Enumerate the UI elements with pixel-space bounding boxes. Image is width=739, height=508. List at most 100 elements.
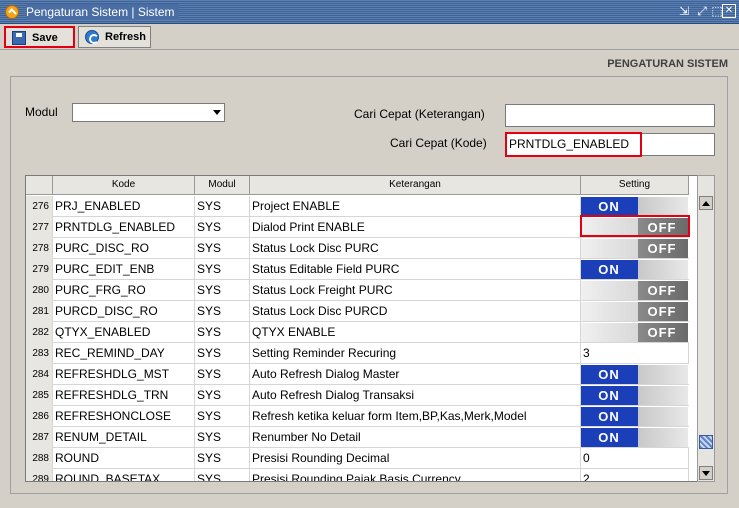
toggle-label: ON bbox=[598, 367, 620, 382]
row-number: 288 bbox=[26, 448, 53, 469]
scroll-up-icon[interactable] bbox=[699, 196, 713, 210]
cell-modul: SYS bbox=[195, 427, 250, 448]
cell-keterangan: Status Lock Disc PURC bbox=[250, 238, 581, 259]
cell-setting-value[interactable]: 2 bbox=[581, 469, 689, 481]
cell-modul: SYS bbox=[195, 322, 250, 343]
cell-keterangan: Presisi Rounding Decimal bbox=[250, 448, 581, 469]
header-rownum bbox=[26, 176, 53, 195]
setting-toggle[interactable]: OFF bbox=[581, 323, 688, 342]
close-icon[interactable]: ✕ bbox=[722, 4, 736, 18]
restore-icon[interactable]: ⤢ bbox=[695, 4, 709, 18]
kode-label: Cari Cepat (Kode) bbox=[390, 136, 487, 150]
table-row[interactable]: 282 QTYX_ENABLED SYS QTYX ENABLE OFF bbox=[26, 322, 689, 343]
selected-setting-highlight bbox=[580, 215, 690, 237]
cell-modul: SYS bbox=[195, 385, 250, 406]
title-bar: Pengaturan Sistem | Sistem ⇲ ⤢ ⬚ ✕ bbox=[0, 0, 739, 24]
cell-modul: SYS bbox=[195, 448, 250, 469]
row-number: 287 bbox=[26, 427, 53, 448]
cell-setting-value[interactable]: 3 bbox=[581, 343, 689, 364]
table-row[interactable]: 285 REFRESHDLG_TRN SYS Auto Refresh Dialog … bbox=[26, 385, 689, 406]
cell-kode: REFRESHDLG_TRN bbox=[53, 385, 195, 406]
kode-highlight-box bbox=[505, 132, 642, 157]
setting-toggle[interactable]: OFF bbox=[581, 302, 688, 321]
cell-modul: SYS bbox=[195, 469, 250, 481]
toggle-label: ON bbox=[598, 199, 620, 214]
setting-toggle[interactable]: ON bbox=[581, 407, 688, 426]
scroll-thumb[interactable] bbox=[699, 435, 713, 449]
toggle-label: OFF bbox=[647, 283, 677, 298]
table-row[interactable]: 279 PURC_EDIT_ENB SYS Status Editable Field… bbox=[26, 259, 689, 280]
table-row[interactable]: 283 REC_REMIND_DAY SYS Setting Reminder Rec… bbox=[26, 343, 689, 364]
header-keterangan[interactable]: Keterangan bbox=[250, 176, 581, 195]
setting-toggle[interactable]: ON bbox=[581, 386, 688, 405]
row-number: 284 bbox=[26, 364, 53, 385]
chevron-down-icon[interactable] bbox=[213, 110, 221, 115]
app-icon bbox=[5, 5, 19, 19]
save-button[interactable]: Save bbox=[4, 26, 75, 48]
floppy-disk-icon bbox=[12, 31, 26, 45]
cell-kode: QTYX_ENABLED bbox=[53, 322, 195, 343]
table-row[interactable]: 286 REFRESHONCLOSE SYS Refresh ketika kelua… bbox=[26, 406, 689, 427]
table-row[interactable]: 288 ROUND SYS Presisi Rounding Decimal 0 bbox=[26, 448, 689, 469]
setting-toggle[interactable]: ON bbox=[581, 365, 688, 384]
refresh-label: Refresh bbox=[105, 31, 146, 43]
keterangan-label: Cari Cepat (Keterangan) bbox=[354, 107, 485, 121]
cell-keterangan: QTYX ENABLE bbox=[250, 322, 581, 343]
setting-toggle[interactable]: ON bbox=[581, 260, 688, 279]
modul-label: Modul bbox=[25, 105, 58, 119]
table-row[interactable]: 289 ROUND_BASETAX SYS Presisi Rounding Paja… bbox=[26, 469, 689, 481]
cell-keterangan: Auto Refresh Dialog Master bbox=[250, 364, 581, 385]
keterangan-search-input[interactable] bbox=[505, 104, 715, 127]
table-row[interactable]: 284 REFRESHDLG_MST SYS Auto Refresh Dialog … bbox=[26, 364, 689, 385]
table-row[interactable]: 281 PURCD_DISC_RO SYS Status Lock Disc PURC… bbox=[26, 301, 689, 322]
cell-modul: SYS bbox=[195, 196, 250, 217]
cell-keterangan: Status Editable Field PURC bbox=[250, 259, 581, 280]
setting-toggle[interactable]: ON bbox=[581, 197, 688, 216]
toolbar: Save Refresh bbox=[0, 24, 739, 50]
cell-modul: SYS bbox=[195, 343, 250, 364]
cell-keterangan: Auto Refresh Dialog Transaksi bbox=[250, 385, 581, 406]
cell-keterangan: Renumber No Detail bbox=[250, 427, 581, 448]
toggle-label: ON bbox=[598, 430, 620, 445]
setting-toggle[interactable]: OFF bbox=[581, 239, 688, 258]
save-label: Save bbox=[32, 32, 58, 44]
cell-kode: PURCD_DISC_RO bbox=[53, 301, 195, 322]
row-number: 286 bbox=[26, 406, 53, 427]
table-row[interactable]: 287 RENUM_DETAIL SYS Renumber No Detail ON bbox=[26, 427, 689, 448]
pin-icon[interactable]: ⇲ bbox=[677, 4, 691, 18]
window-title: Pengaturan Sistem | Sistem bbox=[26, 4, 179, 20]
row-number: 285 bbox=[26, 385, 53, 406]
refresh-icon bbox=[85, 30, 99, 44]
cell-modul: SYS bbox=[195, 259, 250, 280]
grid-header: Kode Modul Keterangan Setting bbox=[26, 176, 689, 195]
setting-toggle[interactable]: OFF bbox=[581, 281, 688, 300]
cell-kode: RENUM_DETAIL bbox=[53, 427, 195, 448]
scroll-down-icon[interactable] bbox=[699, 466, 713, 480]
vertical-scrollbar[interactable] bbox=[697, 175, 715, 482]
cell-modul: SYS bbox=[195, 238, 250, 259]
cell-modul: SYS bbox=[195, 280, 250, 301]
toggle-label: OFF bbox=[647, 325, 677, 340]
header-setting[interactable]: Setting bbox=[581, 176, 689, 195]
row-number: 277 bbox=[26, 217, 53, 238]
table-row[interactable]: 280 PURC_FRG_RO SYS Status Lock Freight PUR… bbox=[26, 280, 689, 301]
toggle-label: ON bbox=[598, 409, 620, 424]
refresh-button[interactable]: Refresh bbox=[78, 26, 151, 48]
cell-kode: PRNTDLG_ENABLED bbox=[53, 217, 195, 238]
header-kode[interactable]: Kode bbox=[53, 176, 195, 195]
cell-modul: SYS bbox=[195, 364, 250, 385]
cell-kode: ROUND_BASETAX bbox=[53, 469, 195, 481]
modul-select[interactable] bbox=[72, 103, 225, 122]
cell-kode: PURC_EDIT_ENB bbox=[53, 259, 195, 280]
row-number: 280 bbox=[26, 280, 53, 301]
row-number: 282 bbox=[26, 322, 53, 343]
row-number: 283 bbox=[26, 343, 53, 364]
cell-keterangan: Presisi Rounding Pajak Basis Currency bbox=[250, 469, 581, 481]
cell-modul: SYS bbox=[195, 406, 250, 427]
setting-toggle[interactable]: ON bbox=[581, 428, 688, 447]
table-row[interactable]: 276 PRJ_ENABLED SYS Project ENABLE ON bbox=[26, 196, 689, 217]
table-row[interactable]: 278 PURC_DISC_RO SYS Status Lock Disc PURC O… bbox=[26, 238, 689, 259]
toggle-label: OFF bbox=[647, 304, 677, 319]
cell-setting-value[interactable]: 0 bbox=[581, 448, 689, 469]
header-modul[interactable]: Modul bbox=[195, 176, 250, 195]
